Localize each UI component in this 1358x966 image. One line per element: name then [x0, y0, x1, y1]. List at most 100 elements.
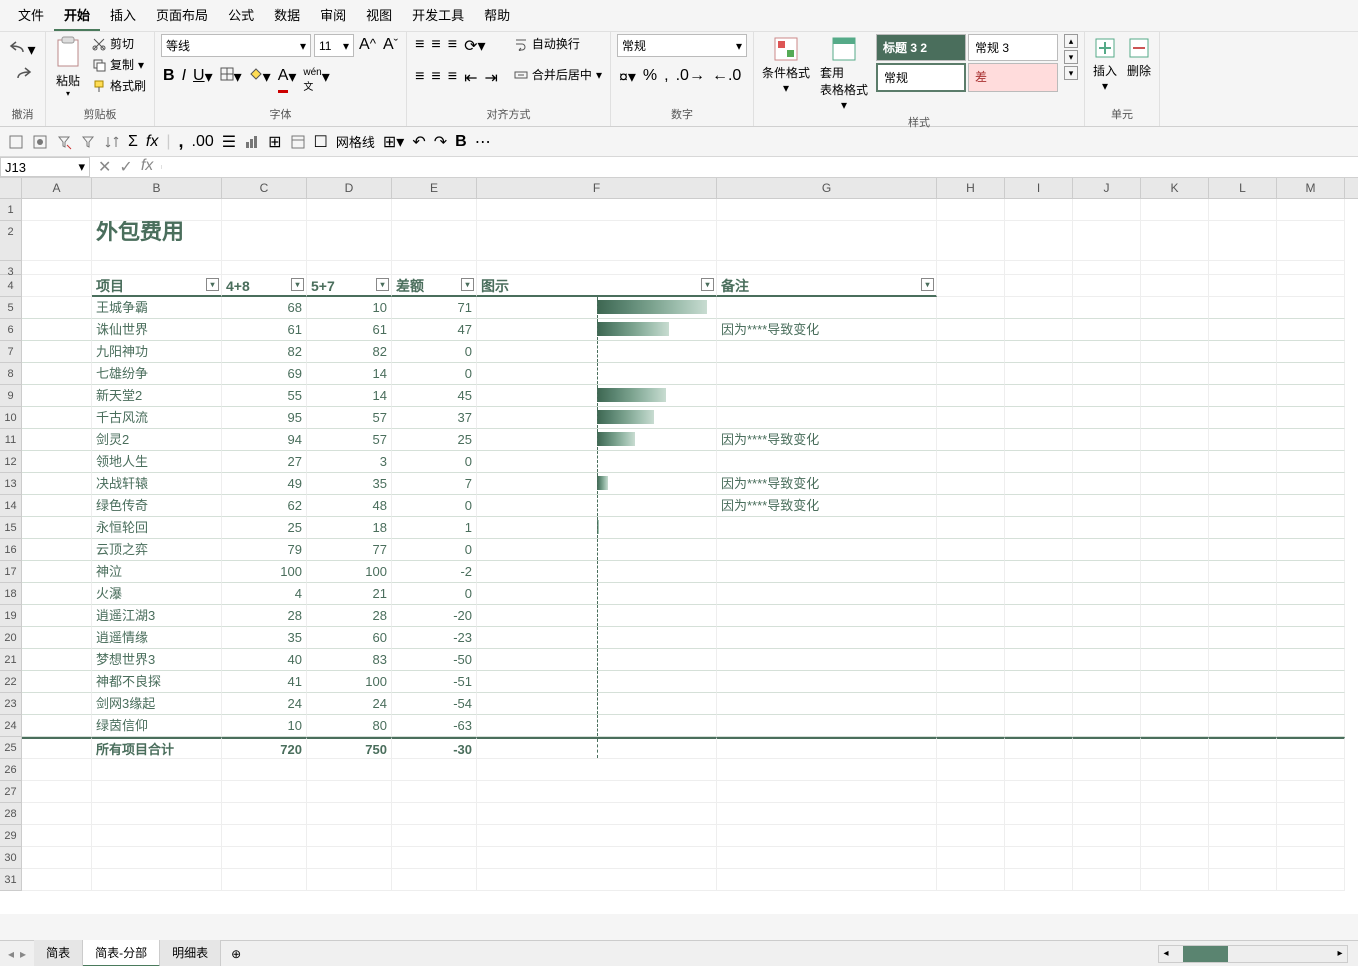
- row-header-14[interactable]: 14: [0, 495, 22, 517]
- table-cell[interactable]: 28: [307, 605, 392, 627]
- table-cell[interactable]: [477, 297, 717, 319]
- table-cell[interactable]: 25: [392, 429, 477, 451]
- table-cell[interactable]: [717, 517, 937, 539]
- table-cell[interactable]: 4: [222, 583, 307, 605]
- q-icon-b[interactable]: ⊞▾: [383, 132, 404, 152]
- row-header-8[interactable]: 8: [0, 363, 22, 385]
- menu-文件[interactable]: 文件: [8, 0, 54, 31]
- menu-数据[interactable]: 数据: [264, 0, 310, 31]
- total-cell[interactable]: [477, 737, 717, 759]
- row-header-12[interactable]: 12: [0, 451, 22, 473]
- table-cell[interactable]: [477, 451, 717, 473]
- table-cell[interactable]: [717, 671, 937, 693]
- filter-dropdown[interactable]: ▾: [291, 278, 304, 291]
- table-cell[interactable]: 100: [307, 671, 392, 693]
- font-grow-icon[interactable]: A^: [357, 34, 378, 57]
- table-cell[interactable]: 24: [222, 693, 307, 715]
- row-header-22[interactable]: 22: [0, 671, 22, 693]
- q-sort-icon[interactable]: [104, 134, 120, 150]
- table-cell[interactable]: [477, 429, 717, 451]
- number-format-select[interactable]: 常规▾: [617, 34, 747, 57]
- dec-inc-icon[interactable]: .0→: [674, 65, 707, 89]
- table-cell[interactable]: 77: [307, 539, 392, 561]
- table-cell[interactable]: -54: [392, 693, 477, 715]
- table-cell[interactable]: 14: [307, 363, 392, 385]
- fx-cancel-icon[interactable]: ✕: [98, 157, 111, 177]
- q-freeze-icon[interactable]: [290, 134, 306, 150]
- table-cell[interactable]: 0: [392, 363, 477, 385]
- table-cell[interactable]: 57: [307, 407, 392, 429]
- row-header-11[interactable]: 11: [0, 429, 22, 451]
- table-cell[interactable]: -23: [392, 627, 477, 649]
- align-right-icon[interactable]: ≡: [446, 66, 459, 90]
- table-cell[interactable]: [717, 385, 937, 407]
- table-cell[interactable]: [477, 715, 717, 737]
- filter-dropdown[interactable]: ▾: [376, 278, 389, 291]
- table-cell[interactable]: 0: [392, 583, 477, 605]
- scroll-thumb[interactable]: [1183, 946, 1228, 962]
- table-cell[interactable]: 10: [307, 297, 392, 319]
- menu-开发工具[interactable]: 开发工具: [402, 0, 474, 31]
- scroll-right-icon[interactable]: ▸: [1333, 948, 1347, 959]
- q-bold2[interactable]: B: [455, 133, 467, 151]
- table-cell[interactable]: 35: [307, 473, 392, 495]
- q-icon-a[interactable]: ⊞: [268, 132, 281, 152]
- table-cell[interactable]: 69: [222, 363, 307, 385]
- font-name-select[interactable]: 等线▾: [161, 34, 311, 57]
- table-cell[interactable]: [477, 341, 717, 363]
- table-cell[interactable]: 60: [307, 627, 392, 649]
- table-cell[interactable]: 领地人生: [92, 451, 222, 473]
- currency-icon[interactable]: ¤▾: [617, 65, 638, 89]
- table-cell[interactable]: 10: [222, 715, 307, 737]
- total-cell[interactable]: [717, 737, 937, 759]
- row-header-7[interactable]: 7: [0, 341, 22, 363]
- table-cell[interactable]: [717, 407, 937, 429]
- table-cell[interactable]: 49: [222, 473, 307, 495]
- sheet-tab[interactable]: 简表-分部: [83, 940, 160, 966]
- redo-icon[interactable]: [12, 64, 34, 82]
- table-cell[interactable]: 云顶之弈: [92, 539, 222, 561]
- align-top-icon[interactable]: ≡: [413, 34, 426, 58]
- style-title32[interactable]: 标题 3 2: [876, 34, 966, 61]
- col-header-K[interactable]: K: [1141, 178, 1209, 198]
- col-header-B[interactable]: B: [92, 178, 222, 198]
- table-cell[interactable]: 95: [222, 407, 307, 429]
- table-cell[interactable]: 火瀑: [92, 583, 222, 605]
- table-cell[interactable]: 王城争霸: [92, 297, 222, 319]
- table-cell[interactable]: 55: [222, 385, 307, 407]
- q-gridlines-checkbox[interactable]: ☐: [314, 132, 328, 152]
- row-header-18[interactable]: 18: [0, 583, 22, 605]
- table-cell[interactable]: 82: [222, 341, 307, 363]
- table-cell[interactable]: [717, 363, 937, 385]
- font-shrink-icon[interactable]: Aˇ: [381, 34, 400, 57]
- copy-button[interactable]: 复制▾: [90, 55, 148, 74]
- format-painter-button[interactable]: 格式刷: [90, 76, 148, 95]
- row-header-5[interactable]: 5: [0, 297, 22, 319]
- row-header-9[interactable]: 9: [0, 385, 22, 407]
- q-filter-clear-icon[interactable]: [56, 134, 72, 150]
- col-header-D[interactable]: D: [307, 178, 392, 198]
- table-cell[interactable]: 18: [307, 517, 392, 539]
- table-cell[interactable]: 35: [222, 627, 307, 649]
- row-header-6[interactable]: 6: [0, 319, 22, 341]
- table-cell[interactable]: [717, 627, 937, 649]
- table-cell[interactable]: 剑网3缘起: [92, 693, 222, 715]
- q-chart-icon[interactable]: [244, 134, 260, 150]
- table-cell[interactable]: 3: [307, 451, 392, 473]
- table-cell[interactable]: [717, 539, 937, 561]
- bold-button[interactable]: B: [161, 65, 177, 95]
- table-cell[interactable]: 100: [307, 561, 392, 583]
- col-header-F[interactable]: F: [477, 178, 717, 198]
- table-cell[interactable]: 27: [222, 451, 307, 473]
- q-filter-icon[interactable]: [80, 134, 96, 150]
- style-scroll-up[interactable]: ▴: [1064, 34, 1078, 48]
- table-cell[interactable]: [477, 583, 717, 605]
- tab-nav-last[interactable]: ▸: [20, 947, 26, 961]
- table-cell[interactable]: [717, 583, 937, 605]
- q-redo2-icon[interactable]: ↷: [434, 132, 447, 152]
- menu-审阅[interactable]: 审阅: [310, 0, 356, 31]
- row-header-16[interactable]: 16: [0, 539, 22, 561]
- filter-dropdown[interactable]: ▾: [206, 278, 219, 291]
- fill-color-button[interactable]: ▾: [247, 65, 273, 95]
- style-norm3[interactable]: 常规 3: [968, 34, 1058, 61]
